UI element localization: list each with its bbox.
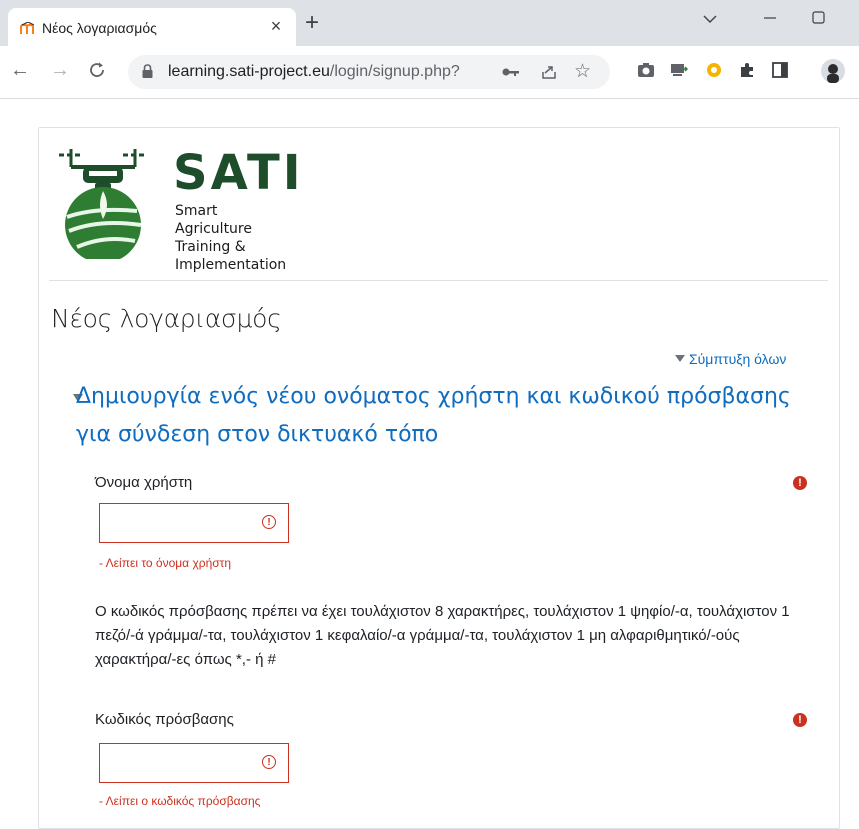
forward-icon[interactable]: → <box>50 60 70 80</box>
collapse-triangle-icon <box>675 355 685 362</box>
tab-title: Νέος λογαριασμός <box>42 20 157 36</box>
password-input[interactable] <box>106 744 260 782</box>
camera-extension-icon[interactable] <box>637 62 655 78</box>
lock-icon <box>142 64 153 78</box>
new-tab-button[interactable]: + <box>305 11 319 35</box>
section-header[interactable]: Δημιουργία ενός νέου ονόματος χρήστη και… <box>76 378 796 454</box>
tab-search-chevron-icon[interactable] <box>703 14 717 24</box>
logo-tagline-line: Training & <box>175 239 246 255</box>
signup-card: SATI Smart Agriculture Training & Implem… <box>38 127 840 829</box>
extensions-puzzle-icon[interactable] <box>738 61 756 79</box>
password-label: Κωδικός πρόσβασης <box>95 711 234 728</box>
page-title: Νέος λογαριασμός <box>51 304 282 333</box>
password-key-icon[interactable] <box>502 66 520 78</box>
side-panel-icon[interactable] <box>772 62 788 78</box>
maximize-icon[interactable] <box>812 11 825 24</box>
logo-tagline-line: Smart Agriculture <box>175 203 252 237</box>
gear-extension-icon[interactable] <box>705 61 723 79</box>
username-error: - Λείπει το όνομα χρήστη <box>99 556 232 570</box>
sati-logo[interactable]: SATI Smart Agriculture Training & Implem… <box>55 139 301 273</box>
username-field[interactable]: ! <box>99 503 289 543</box>
url-host: learning.sati-project.eu <box>168 63 330 80</box>
address-bar[interactable]: learning.sati-project.eu/login/signup.ph… <box>128 55 610 89</box>
header-divider <box>49 280 828 281</box>
error-icon: ! <box>262 755 276 769</box>
browser-tab-strip: Νέος λογαριασμός × + <box>0 0 859 46</box>
back-icon[interactable]: ← <box>10 60 30 80</box>
error-icon: ! <box>262 515 276 529</box>
password-error: - Λείπει ο κωδικός πρόσβασης <box>99 794 261 808</box>
minimize-icon[interactable] <box>763 16 777 20</box>
logo-tagline: Smart Agriculture Training & Implementat… <box>175 202 295 274</box>
reload-icon[interactable] <box>88 61 106 79</box>
required-icon: ! <box>793 713 807 727</box>
required-icon: ! <box>793 476 807 490</box>
tab-close-icon[interactable]: × <box>266 16 286 37</box>
password-policy-text: Ο κωδικός πρόσβασης πρέπει να έχει τουλά… <box>95 603 790 668</box>
bookmark-star-icon[interactable]: ☆ <box>574 60 591 83</box>
logo-tagline-line: Implementation <box>175 257 287 273</box>
moodle-favicon-icon <box>20 22 34 34</box>
profile-avatar[interactable] <box>821 59 845 83</box>
browser-tab[interactable]: Νέος λογαριασμός × <box>8 8 296 46</box>
logo-wordmark: SATI <box>173 145 304 201</box>
cast-extension-icon[interactable] <box>670 63 688 77</box>
username-label: Όνομα χρήστη <box>95 474 193 491</box>
share-icon[interactable] <box>541 64 557 80</box>
collapse-all-label: Σύμπτυξη όλων <box>689 351 787 367</box>
password-field[interactable]: ! <box>99 743 289 783</box>
username-input[interactable] <box>106 504 260 542</box>
collapse-all-link[interactable]: Σύμπτυξη όλων <box>675 351 786 367</box>
url-path: /login/signup.php? <box>329 63 460 80</box>
browser-toolbar: ← → learning.sati-project.eu/login/signu… <box>0 46 859 99</box>
url-text[interactable]: learning.sati-project.eu/login/signup.ph… <box>168 63 460 81</box>
drone-field-logo-icon <box>59 149 147 259</box>
